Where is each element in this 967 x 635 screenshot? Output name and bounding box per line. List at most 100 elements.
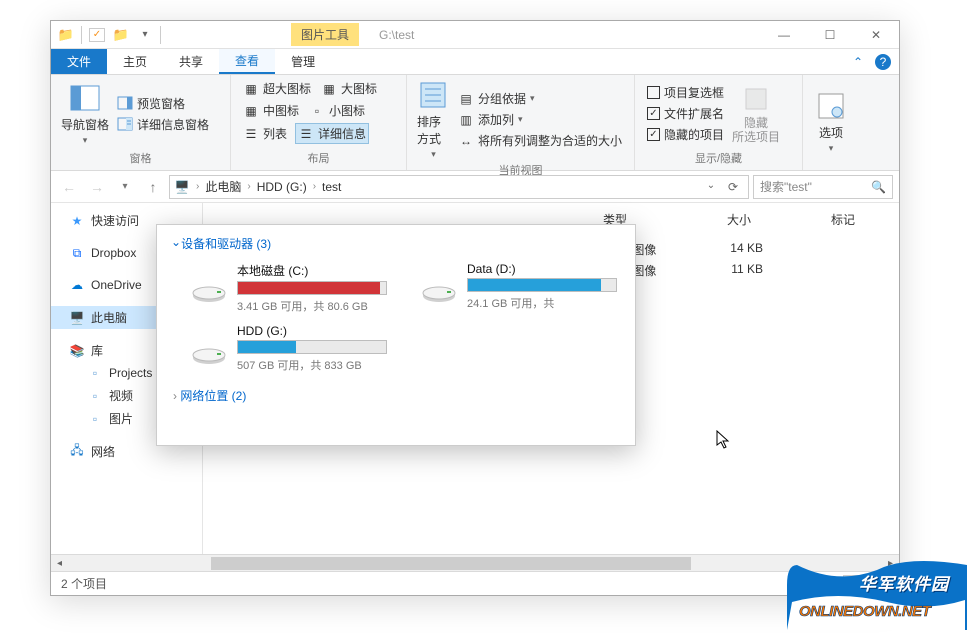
recent-locations-button[interactable]: ▾ [113,175,137,199]
chevron-down-icon: ▾ [829,143,834,154]
item-count: 2 个项目 [61,575,107,592]
label: 小图标 [329,102,365,119]
label: 分组依据 [478,90,526,107]
tab-home[interactable]: 主页 [107,49,163,74]
library-icon: ▫ [87,365,103,381]
group-by-button[interactable]: ▤分组依据 [456,89,624,108]
label: 超大图标 [263,80,311,97]
scroll-left-icon[interactable]: ◂ [51,555,68,572]
drive-usage-text: 3.41 GB 可用，共 80.6 GB [237,298,391,314]
navigation-pane-button[interactable]: 导航窗格 ▾ [61,79,109,148]
watermark-logo: 华军软件园 ONLINEDOWN.NET [787,560,967,630]
contextual-tab-label: 图片工具 [291,23,359,46]
details-pane-icon [117,116,133,132]
help-icon[interactable]: ? [875,54,891,70]
new-folder-icon[interactable]: 📁 [110,24,132,46]
breadcrumb[interactable]: test [322,180,341,194]
properties-icon[interactable]: ✓ [86,24,108,46]
quick-access-toolbar: 📁 ✓ 📁 ▾ [51,24,167,46]
network-locations-header[interactable]: 网络位置 (2) [173,387,621,404]
label: 大图标 [341,80,377,97]
group-label: 显示/隐藏 [645,148,792,168]
qat-dropdown-icon[interactable]: ▾ [134,24,156,46]
column-tags[interactable]: 标记 [831,211,855,228]
details-icon: ☰ [298,126,314,142]
drive-item[interactable]: HDD (G:) 507 GB 可用，共 833 GB [191,324,391,373]
libraries-icon: 📚 [69,343,85,359]
minimize-button[interactable]: — [761,21,807,49]
forward-button[interactable]: → [85,175,109,199]
window-title: G:\test [379,28,761,42]
options-button[interactable]: 选项 ▾ [813,79,849,164]
drive-usage-text: 24.1 GB 可用，共 [467,295,621,311]
list-icon: ☰ [243,126,259,142]
search-input[interactable]: 搜索"test" 🔍 [753,175,893,199]
pc-icon: 🖥️ [69,310,85,326]
tab-share[interactable]: 共享 [163,49,219,74]
label: 隐藏的项目 [664,126,724,143]
onedrive-icon: ☁ [69,277,85,293]
sort-by-button[interactable]: 排序方式 ▾ [417,79,450,160]
window-controls: — ☐ ✕ [761,21,899,49]
label: 添加列 [478,111,514,128]
collapse-ribbon-icon[interactable]: ⌃ [853,55,863,69]
group-label: 窗格 [61,148,220,168]
pc-icon: 🖥️ [174,179,190,195]
size-columns-button[interactable]: ↔将所有列调整为合适的大小 [456,131,624,150]
star-icon: ★ [69,213,85,229]
drive-item[interactable]: Data (D:) 24.1 GB 可用，共 [421,262,621,314]
item-checkboxes-toggle[interactable]: 项目复选框 [645,83,726,102]
tab-manage[interactable]: 管理 [275,49,331,74]
label: 图片 [109,410,133,427]
breadcrumb[interactable]: HDD (G:) [257,180,307,194]
scroll-thumb[interactable] [211,557,691,570]
details-pane-button[interactable]: 详细信息窗格 [115,115,211,134]
maximize-button[interactable]: ☐ [807,21,853,49]
tab-file[interactable]: 文件 [51,49,107,74]
small-icons-button[interactable]: ▫小图标 [307,101,367,120]
hidden-items-toggle[interactable]: 隐藏的项目 [645,125,726,144]
ribbon-help: ⌃ ? [853,49,899,74]
video-icon: ▫ [87,388,103,404]
list-button[interactable]: ☰列表 [241,123,289,144]
label: 网络 [91,443,115,460]
tab-view[interactable]: 查看 [219,49,275,74]
back-button[interactable]: ← [57,175,81,199]
logo-text-en: ONLINEDOWN.NET [799,603,930,620]
drive-item[interactable]: 本地磁盘 (C:) 3.41 GB 可用，共 80.6 GB [191,262,391,314]
separator [81,26,82,44]
extra-large-icons-button[interactable]: ▦超大图标 [241,79,313,98]
large-icons-button[interactable]: ▦大图标 [319,79,379,98]
breadcrumb[interactable]: 此电脑 [205,178,241,195]
add-columns-button[interactable]: ▥添加列 [456,110,624,129]
close-button[interactable]: ✕ [853,21,899,49]
search-icon[interactable]: 🔍 [871,180,886,194]
checkbox-checked-icon [647,107,660,120]
navigation-pane-icon [69,82,101,114]
chevron-right-icon: › [247,181,250,192]
hide-selected-button[interactable]: 隐藏 所选项目 [732,79,780,148]
extra-large-icons-icon: ▦ [243,81,259,97]
address-dropdown-icon[interactable]: ⌄ [700,180,722,194]
chevron-right-icon: › [196,181,199,192]
label: 选项 [819,124,843,141]
label: 库 [91,342,103,359]
up-button[interactable]: ↑ [141,175,165,199]
refresh-icon[interactable]: ⟳ [722,180,744,194]
preview-pane-button[interactable]: 预览窗格 [115,94,211,113]
horizontal-scrollbar[interactable]: ◂ ▸ [51,554,899,571]
label: Projects [109,366,152,380]
ribbon: 导航窗格 ▾ 预览窗格 详细信息窗格 窗格 ▦超大图标 ▦大图标 ▦中图标 ▫小 [51,75,899,171]
medium-icons-button[interactable]: ▦中图标 [241,101,301,120]
file-extensions-toggle[interactable]: 文件扩展名 [645,104,726,123]
address-input[interactable]: 🖥️ › 此电脑 › HDD (G:) › test ⌄ ⟳ [169,175,749,199]
devices-header[interactable]: 设备和驱动器 (3) [171,235,621,252]
ribbon-group-options: 选项 ▾ [803,75,859,170]
column-size[interactable]: 大小 [727,211,751,228]
ribbon-group-layout: ▦超大图标 ▦大图标 ▦中图标 ▫小图标 ☰列表 ☰详细信息 布局 [231,75,407,170]
details-view-button[interactable]: ☰详细信息 [295,123,369,144]
drives-tooltip: 设备和驱动器 (3) 本地磁盘 (C:) 3.41 GB 可用，共 80.6 G… [156,224,636,446]
preview-pane-icon [117,95,133,111]
cell-size: 14 KB [713,241,763,258]
hide-icon [740,83,772,115]
